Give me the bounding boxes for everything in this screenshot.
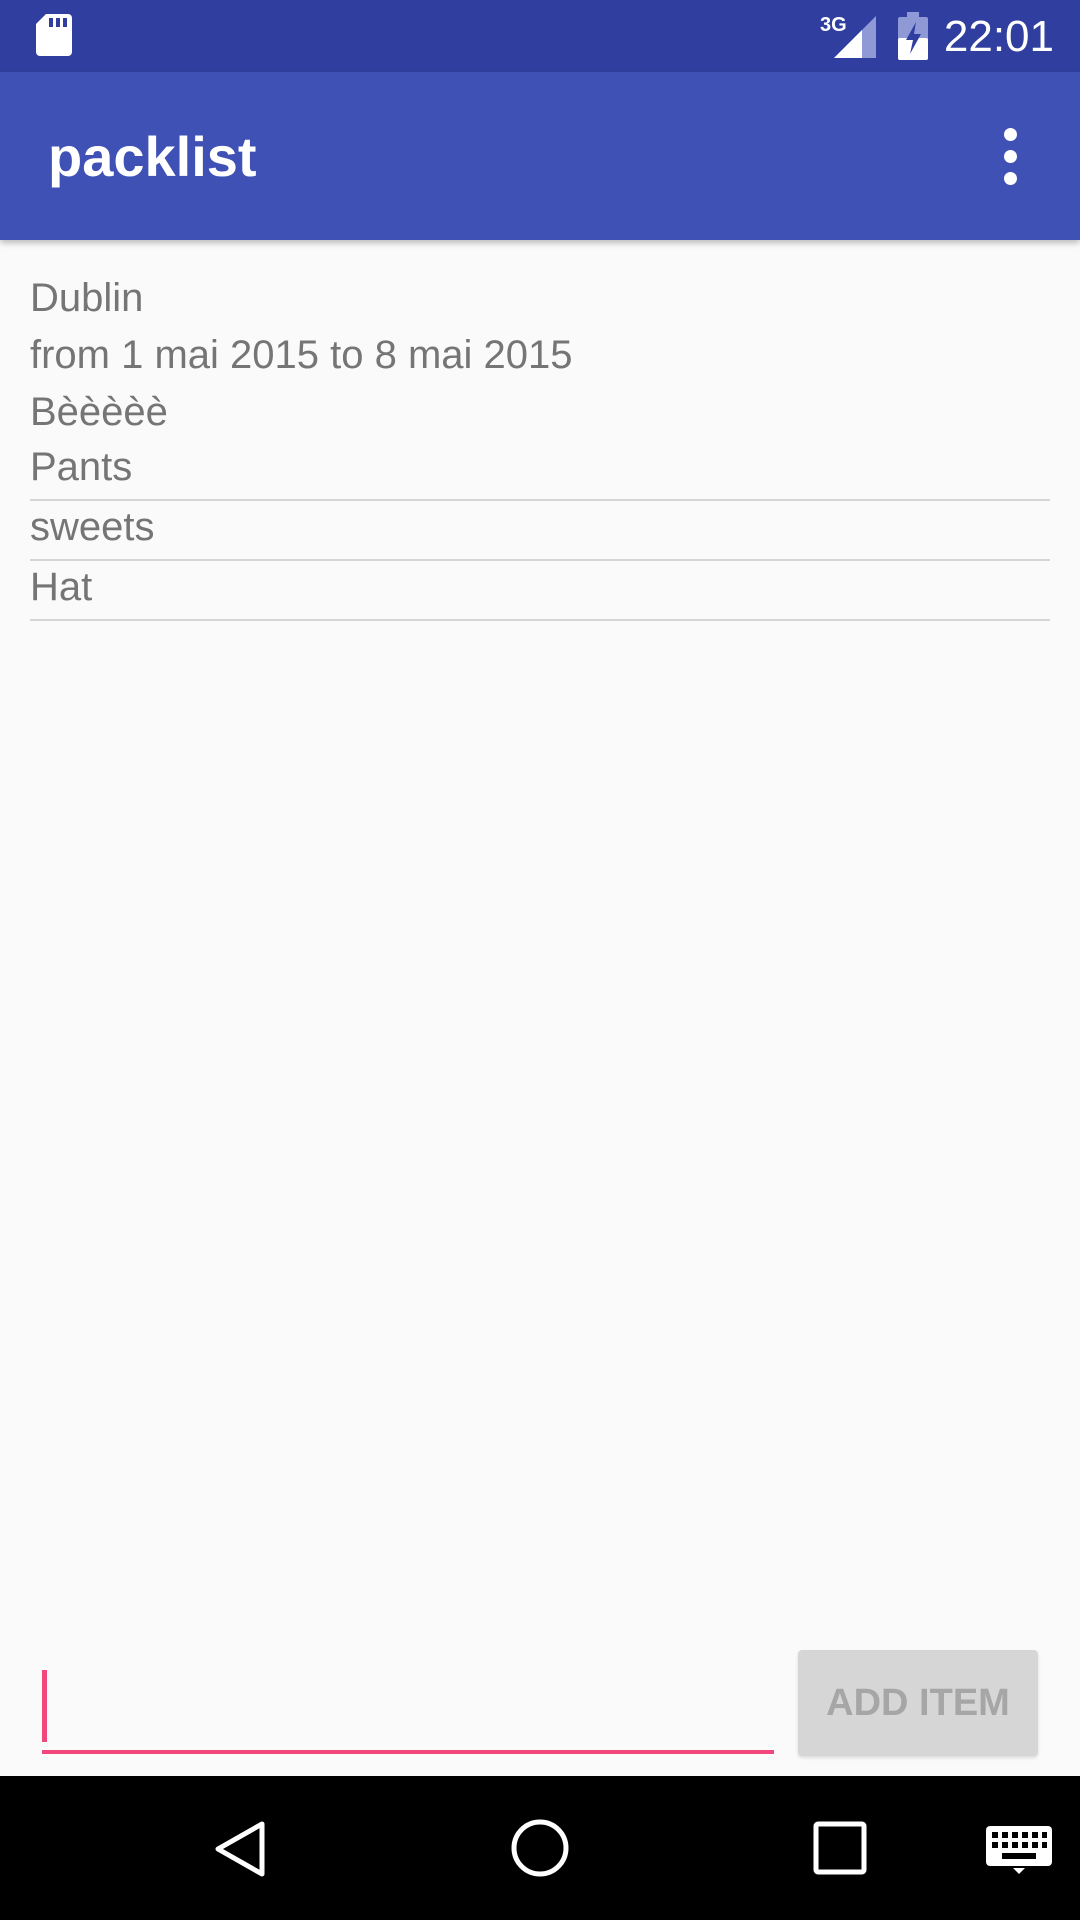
screen: 3G 22:01 packlist Dublin from 1 mai 2015… <box>0 0 1080 1920</box>
trip-dates: from 1 mai 2015 to 8 mai 2015 <box>30 333 573 377</box>
trip-note: Bèèèèè <box>30 390 168 434</box>
overflow-menu-button[interactable] <box>970 116 1050 196</box>
packing-list-content: Dublin from 1 mai 2015 to 8 mai 2015 Bèè… <box>30 270 1050 621</box>
app-title: packlist <box>48 125 257 188</box>
signal-icon <box>834 16 876 58</box>
back-icon[interactable] <box>210 1818 272 1880</box>
trip-name: Dublin <box>30 276 144 320</box>
battery-charging-icon <box>898 12 928 60</box>
home-icon[interactable] <box>508 1816 572 1880</box>
more-vert-icon <box>1003 127 1017 141</box>
more-vert-icon-dot <box>1003 171 1017 185</box>
item-list: Pants sweets Hat <box>30 441 1050 621</box>
status-clock: 22:01 <box>943 12 1054 61</box>
recents-icon[interactable] <box>812 1820 868 1876</box>
more-vert-icon-dot <box>1003 149 1017 163</box>
sd-card-icon <box>36 14 72 56</box>
app-bar: packlist <box>0 72 1080 240</box>
list-item[interactable]: Hat <box>30 561 1050 621</box>
add-item-button[interactable]: ADD ITEM <box>798 1650 1038 1756</box>
list-item[interactable]: Pants <box>30 441 1050 501</box>
new-item-input[interactable] <box>42 1664 774 1754</box>
list-item[interactable]: sweets <box>30 501 1050 561</box>
keyboard-icon[interactable] <box>986 1826 1052 1874</box>
navigation-bar <box>0 1776 1080 1920</box>
text-cursor <box>42 1670 47 1742</box>
status-bar: 3G 22:01 <box>0 0 1080 72</box>
